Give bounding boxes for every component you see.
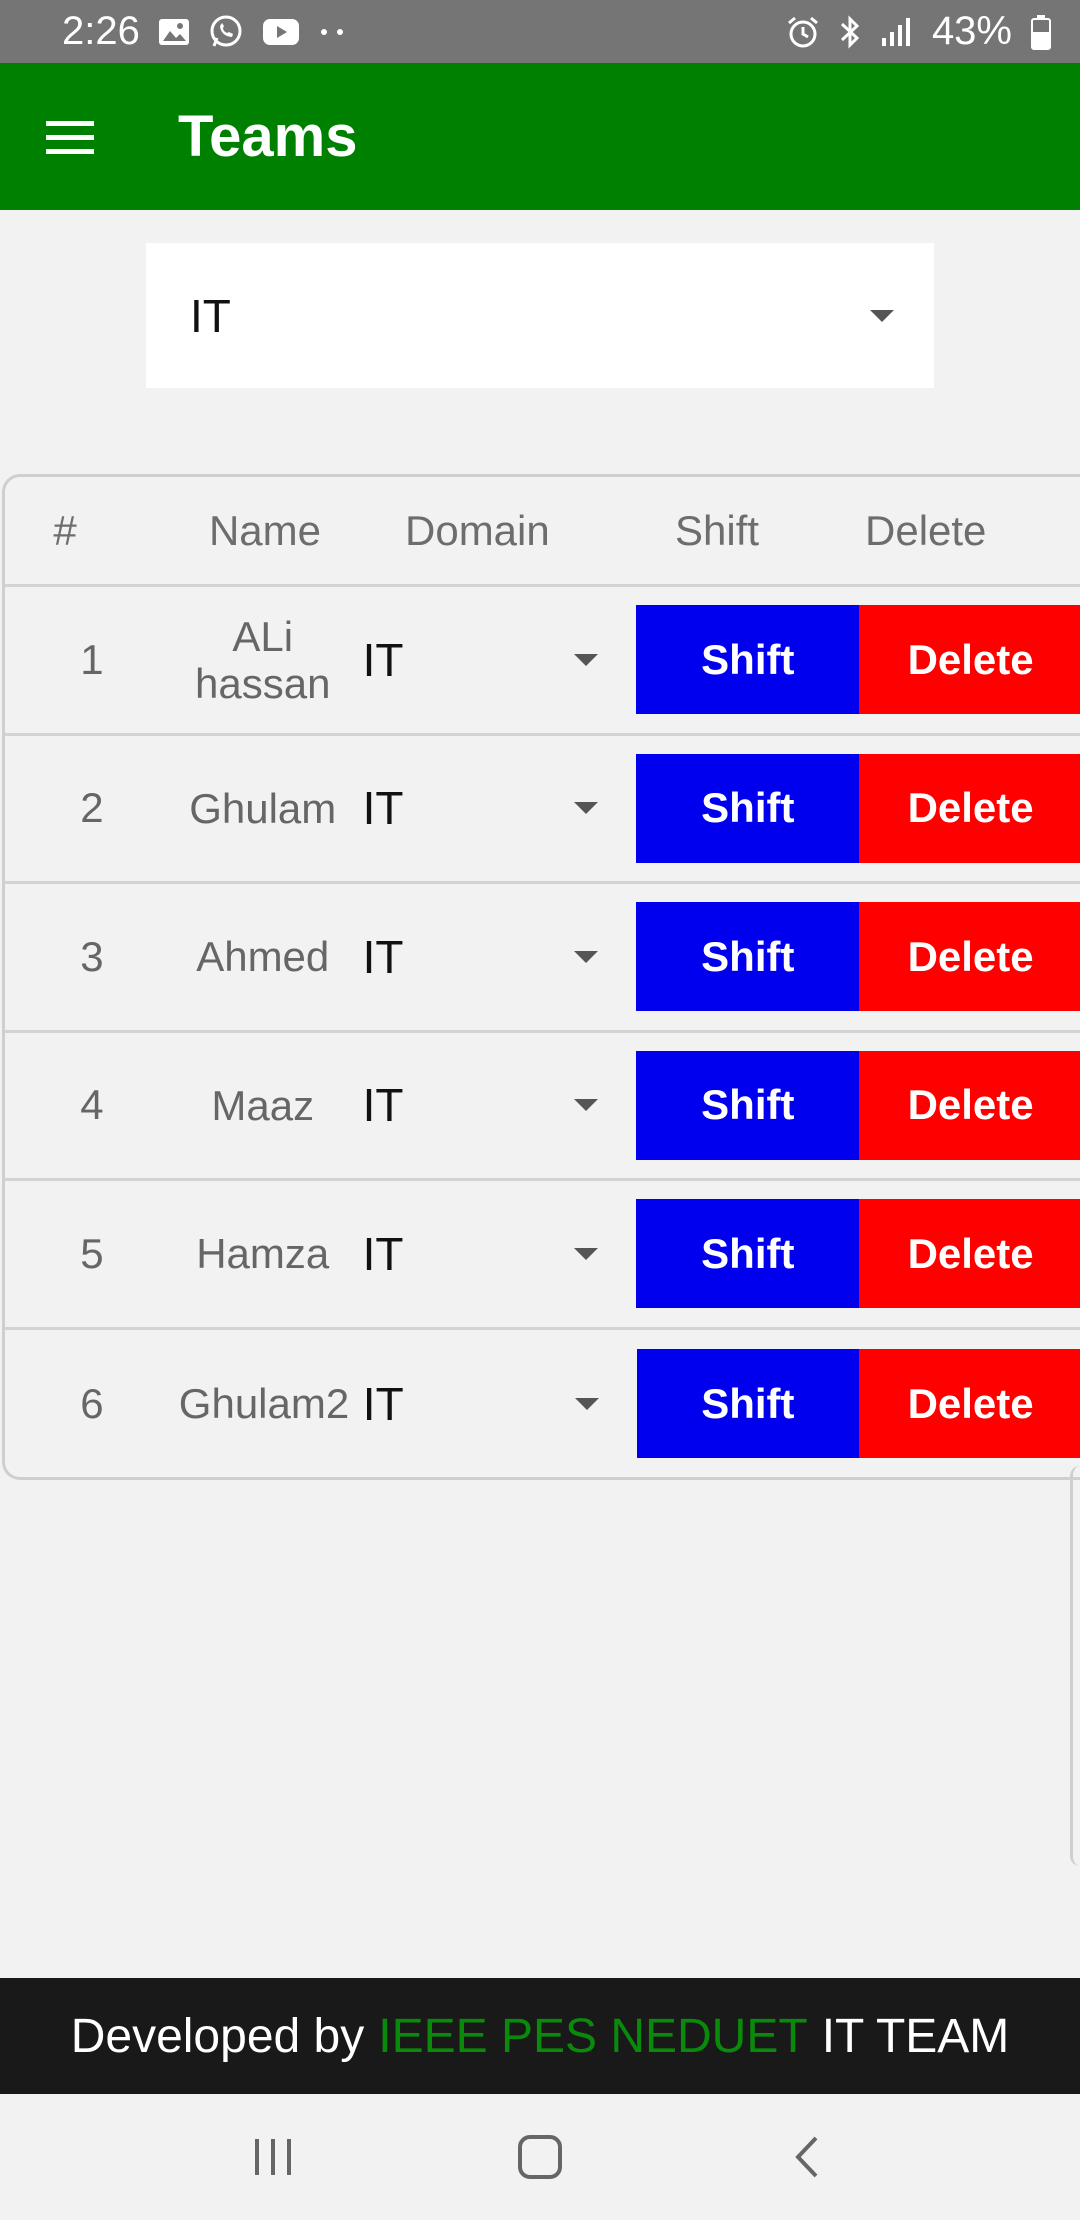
domain-select[interactable]: IT bbox=[347, 781, 637, 835]
domain-select[interactable]: IT bbox=[347, 633, 637, 687]
chevron-down-icon bbox=[574, 802, 599, 815]
header-domain: Domain bbox=[405, 506, 550, 554]
footer-org: IEEE PES NEDUET bbox=[378, 2009, 808, 2063]
team-select[interactable]: IT bbox=[146, 243, 934, 388]
shift-button[interactable]: Shift bbox=[636, 753, 860, 863]
status-bar: 2:26 43% bbox=[0, 0, 1080, 63]
row-num: 1 bbox=[80, 635, 104, 683]
chevron-down-icon bbox=[574, 653, 599, 666]
domain-value: IT bbox=[362, 1377, 404, 1430]
domain-select[interactable]: IT bbox=[347, 1377, 637, 1431]
more-dots-icon bbox=[318, 27, 348, 37]
row-name: Hamza bbox=[196, 1230, 330, 1278]
signal-icon bbox=[880, 16, 914, 48]
row-num: 4 bbox=[80, 1081, 104, 1129]
recent-apps-icon bbox=[255, 2139, 292, 2175]
chevron-down-icon bbox=[574, 1247, 599, 1260]
header-shift: Shift bbox=[675, 506, 760, 554]
status-left: 2:26 bbox=[62, 9, 348, 54]
shift-button[interactable]: Shift bbox=[636, 1050, 860, 1160]
status-time: 2:26 bbox=[62, 9, 140, 53]
domain-select[interactable]: IT bbox=[347, 930, 637, 984]
delete-button[interactable]: Delete bbox=[859, 1349, 1080, 1459]
row-name: Maaz bbox=[211, 1081, 315, 1129]
chevron-down-icon bbox=[574, 950, 599, 963]
members-table: # Name Domain Shift Delete 1 ALi hassan … bbox=[2, 474, 1080, 1480]
page-title: Teams bbox=[178, 104, 358, 169]
table-header: # Name Domain Shift Delete bbox=[5, 477, 1080, 587]
row-num: 3 bbox=[80, 932, 104, 980]
delete-button[interactable]: Delete bbox=[859, 1050, 1080, 1160]
delete-button[interactable]: Delete bbox=[859, 1199, 1080, 1309]
header-name: Name bbox=[208, 506, 322, 554]
domain-value: IT bbox=[362, 1227, 404, 1280]
footer: Developed by IEEE PES NEDUET IT TEAM bbox=[0, 1978, 1080, 2094]
youtube-icon bbox=[262, 18, 300, 46]
alarm-icon bbox=[786, 15, 820, 49]
back-icon bbox=[794, 2136, 818, 2178]
delete-button[interactable]: Delete bbox=[859, 605, 1080, 715]
hamburger-icon bbox=[46, 120, 94, 154]
shift-button[interactable]: Shift bbox=[636, 902, 860, 1012]
table-row: 1 ALi hassan IT Shift Delete bbox=[5, 587, 1080, 736]
bluetooth-icon bbox=[838, 14, 862, 50]
table-row: 2 Ghulam IT Shift Delete bbox=[5, 736, 1080, 884]
header-delete: Delete bbox=[865, 506, 987, 554]
domain-value: IT bbox=[362, 782, 404, 835]
team-select-value: IT bbox=[190, 289, 231, 342]
row-name: Ahmed bbox=[196, 933, 330, 981]
scroll-edge bbox=[1070, 1466, 1080, 1866]
back-button[interactable] bbox=[762, 2112, 852, 2202]
menu-button[interactable] bbox=[0, 63, 140, 210]
recent-apps-button[interactable] bbox=[228, 2112, 318, 2202]
row-name: Ghulam2 bbox=[178, 1380, 350, 1428]
footer-prefix: Developed by bbox=[70, 2009, 365, 2063]
domain-value: IT bbox=[362, 633, 404, 686]
table-row: 4 Maaz IT Shift Delete bbox=[5, 1033, 1080, 1181]
battery-percent: 43% bbox=[931, 9, 1012, 53]
delete-button[interactable]: Delete bbox=[859, 902, 1080, 1012]
table-row: 6 Ghulam2 IT Shift Delete bbox=[5, 1330, 1080, 1478]
table-row: 3 Ahmed IT Shift Delete bbox=[5, 884, 1080, 1033]
screen: 2:26 43% Teams IT # Name Domain Shift De… bbox=[0, 0, 1080, 2220]
domain-value: IT bbox=[362, 930, 404, 983]
shift-button[interactable]: Shift bbox=[636, 1349, 860, 1459]
row-num: 6 bbox=[80, 1379, 104, 1427]
app-bar: Teams bbox=[0, 63, 1080, 210]
home-button[interactable] bbox=[495, 2112, 585, 2202]
header-num: # bbox=[53, 506, 77, 554]
shift-button[interactable]: Shift bbox=[636, 605, 860, 715]
status-right: 43% bbox=[786, 9, 1052, 54]
shift-button[interactable]: Shift bbox=[636, 1199, 860, 1309]
footer-suffix: IT TEAM bbox=[821, 2009, 1010, 2063]
domain-select[interactable]: IT bbox=[347, 1078, 637, 1132]
table-row: 5 Hamza IT Shift Delete bbox=[5, 1181, 1080, 1330]
whatsapp-icon bbox=[208, 14, 244, 50]
domain-value: IT bbox=[362, 1079, 404, 1132]
gallery-icon bbox=[158, 18, 190, 46]
home-icon bbox=[517, 2135, 562, 2179]
row-name: Ghulam bbox=[189, 784, 337, 832]
chevron-down-icon bbox=[574, 1099, 599, 1112]
row-num: 2 bbox=[80, 784, 104, 832]
nav-bar bbox=[0, 2094, 1080, 2220]
battery-icon bbox=[1030, 14, 1052, 50]
row-num: 5 bbox=[80, 1229, 104, 1277]
row-name: ALi hassan bbox=[195, 612, 331, 707]
chevron-down-icon bbox=[574, 1397, 599, 1410]
chevron-down-icon bbox=[870, 309, 894, 322]
delete-button[interactable]: Delete bbox=[859, 753, 1080, 863]
domain-select[interactable]: IT bbox=[347, 1227, 637, 1281]
